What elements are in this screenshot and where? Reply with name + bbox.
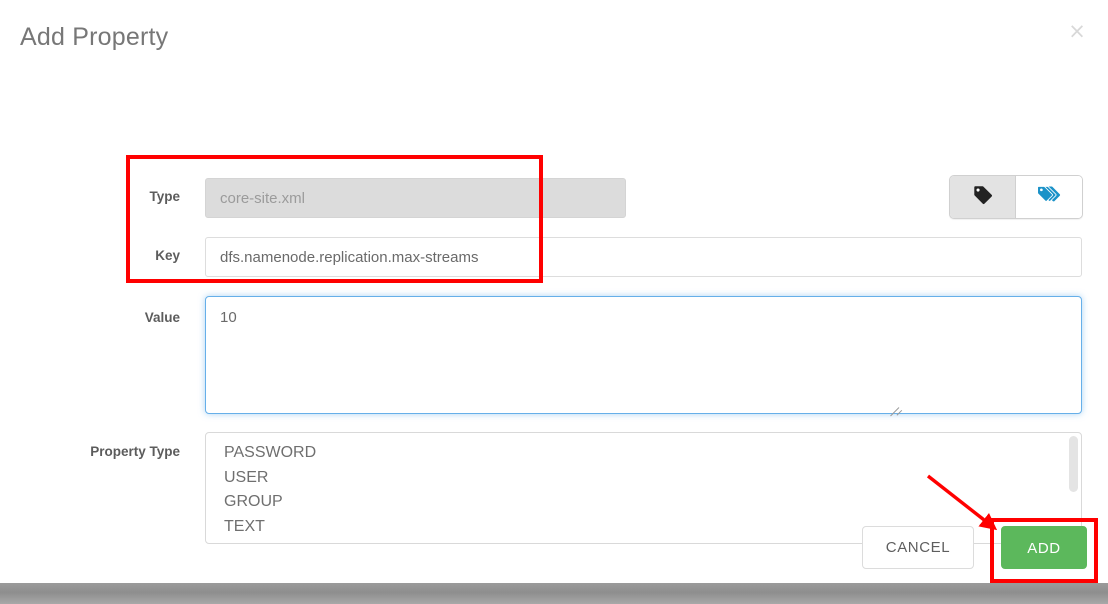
multi-tag-button[interactable] [1016, 176, 1082, 218]
dialog-footer: CANCEL ADD [0, 520, 1108, 582]
type-label: Type [149, 189, 180, 204]
background-page-sliver [0, 575, 1108, 583]
list-item[interactable]: GROUP [206, 490, 1081, 515]
add-property-dialog: Add Property × Type core-site.xml Key df… [0, 0, 1108, 583]
key-input[interactable] [205, 237, 1082, 277]
tag-toggle-group [949, 175, 1083, 219]
dialog-header: Add Property × [0, 0, 1108, 74]
cancel-button[interactable]: CANCEL [862, 526, 974, 569]
tag-icon [972, 184, 994, 211]
key-label: Key [155, 248, 180, 263]
scrollbar-thumb[interactable] [1069, 436, 1078, 492]
form-row-value: Value [0, 296, 1108, 414]
tags-icon [1036, 184, 1062, 211]
property-type-label: Property Type [90, 444, 180, 459]
form-row-type: Type [0, 178, 1108, 218]
list-item[interactable]: PASSWORD [206, 441, 1081, 466]
single-tag-button[interactable] [950, 176, 1016, 218]
value-label: Value [144, 310, 180, 325]
close-icon[interactable]: × [1066, 20, 1088, 42]
form-row-key: Key [0, 237, 1108, 277]
add-button[interactable]: ADD [1001, 526, 1087, 569]
page-title: Add Property [20, 23, 169, 51]
type-input [205, 178, 626, 218]
value-textarea[interactable] [205, 296, 1082, 414]
page-bottom-bar [0, 583, 1108, 604]
list-item[interactable]: USER [206, 466, 1081, 491]
